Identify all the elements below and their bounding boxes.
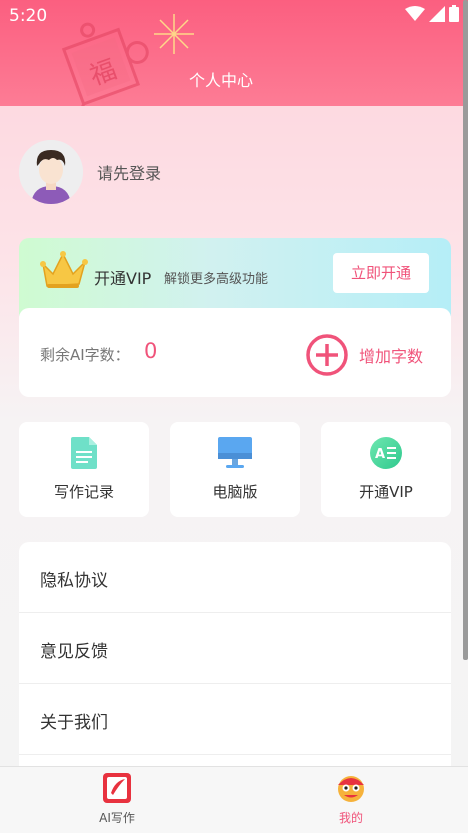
signal-icon <box>429 5 445 22</box>
vip-title: 开通VIP <box>94 269 152 288</box>
menu-item-feedback[interactable]: 意见反馈 <box>19 613 451 684</box>
header: 5:20 福 个人中心 <box>0 0 468 106</box>
fu-knot-decoration: 福 <box>61 22 149 106</box>
default-avatar-icon <box>19 140 83 204</box>
vip-subtitle: 解锁更多高级功能 <box>164 272 269 287</box>
lion-dance-icon <box>338 776 364 802</box>
vip-banner: 开通VIP 解锁更多高级功能 立即开通 <box>19 238 451 316</box>
menu-item-label: 关于我们 <box>40 713 108 733</box>
settings-menu: 隐私协议 意见反馈 关于我们 <box>19 542 451 782</box>
tile-label: 电脑版 <box>212 483 258 501</box>
plus-circle-icon <box>306 334 348 376</box>
tile-label: 开通VIP <box>359 483 413 501</box>
tile-open-vip[interactable]: A 开通VIP <box>321 422 451 517</box>
profile-row[interactable]: 请先登录 <box>19 140 161 204</box>
add-words-label: 增加字数 <box>359 347 424 366</box>
bottom-tab-bar: AI写作 我的 <box>0 766 468 833</box>
tab-label: AI写作 <box>99 811 135 825</box>
menu-item-about[interactable]: 关于我们 <box>19 684 451 755</box>
tile-label: 写作记录 <box>53 483 114 501</box>
battery-icon <box>449 5 459 22</box>
menu-item-label: 意见反馈 <box>40 642 108 662</box>
writing-app-icon <box>103 773 131 803</box>
activate-vip-button[interactable]: 立即开通 <box>333 253 429 293</box>
page-title: 个人中心 <box>188 71 253 90</box>
tab-mine[interactable]: 我的 <box>291 773 411 826</box>
quota-value: 0 <box>144 339 158 363</box>
add-words-button[interactable]: 增加字数 <box>305 333 423 377</box>
tile-writing-records[interactable]: 写作记录 <box>19 422 149 517</box>
monitor-icon <box>218 437 252 468</box>
avatar[interactable] <box>19 140 83 204</box>
tab-ai-writing[interactable]: AI写作 <box>57 773 177 826</box>
scrollbar[interactable] <box>463 0 468 660</box>
quota-label: 剩余AI字数： <box>40 346 130 364</box>
document-icon <box>71 437 97 469</box>
svg-text:A: A <box>375 447 385 462</box>
status-time: 5:20 <box>9 6 48 26</box>
quota-card: 剩余AI字数： 0 增加字数 <box>19 308 451 397</box>
tile-desktop-version[interactable]: 电脑版 <box>170 422 300 517</box>
menu-item-privacy[interactable]: 隐私协议 <box>19 542 451 613</box>
status-icons <box>405 5 459 22</box>
tab-label: 我的 <box>338 811 363 825</box>
menu-item-label: 隐私协议 <box>40 571 108 591</box>
crown-icon <box>40 251 88 288</box>
ai-list-icon: A <box>370 437 402 469</box>
firework-icon <box>154 14 194 54</box>
feature-tiles: 写作记录 电脑版 A 开通VIP <box>19 422 451 517</box>
wifi-icon <box>405 5 425 21</box>
login-prompt[interactable]: 请先登录 <box>97 160 161 184</box>
